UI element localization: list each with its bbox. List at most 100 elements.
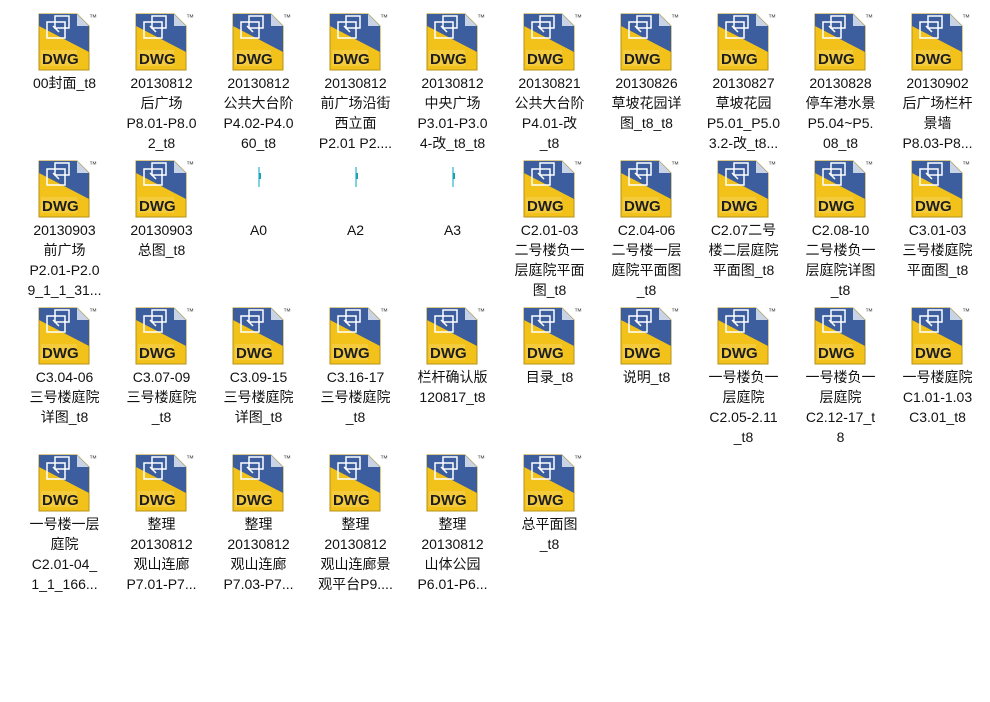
file-item[interactable]: DWG ™ 00封面_t8 [16, 12, 113, 93]
file-item[interactable]: DWG ™ 总平面图 _t8 [501, 453, 598, 554]
dwg-file-icon: DWG ™ [717, 13, 776, 71]
file-item[interactable]: DWG ™ C2.04-06 二号楼一层 庭院平面图 _t8 [598, 159, 695, 300]
file-item[interactable]: DWG ™ 20130902 后广场栏杆 景墙 P8.03-P8... [889, 12, 986, 153]
file-item[interactable]: DWG ™ 一号楼负一 层庭院 C2.05-2.11 _t8 [695, 306, 792, 447]
file-label: A3 [443, 222, 462, 238]
file-label: 20130821 公共大台阶 P4.01-改 _t8 [514, 75, 585, 151]
blank-file-icon [451, 167, 455, 187]
file-item[interactable]: DWG ™ 20130828 停车港水景 P5.04~P5. 08_t8 [792, 12, 889, 153]
svg-text:DWG: DWG [333, 51, 370, 68]
file-item[interactable]: DWG ™ 整理 20130812 山体公园 P6.01-P6... [404, 453, 501, 594]
svg-text:™: ™ [186, 160, 194, 169]
dwg-file-icon: DWG ™ [911, 13, 970, 71]
file-item[interactable]: A2 [307, 159, 404, 240]
file-label: 20130828 停车港水景 P5.04~P5. 08_t8 [805, 75, 876, 151]
file-label: C3.16-17 三号楼庭院 _t8 [320, 369, 391, 425]
file-item[interactable]: DWG ™ C3.01-03 三号楼庭院 平面图_t8 [889, 159, 986, 280]
svg-text:™: ™ [283, 13, 291, 22]
svg-text:DWG: DWG [236, 51, 273, 68]
svg-text:DWG: DWG [527, 492, 564, 509]
svg-text:DWG: DWG [333, 492, 370, 509]
file-label: A0 [249, 222, 268, 238]
file-label: 一号楼负一 层庭院 C2.12-17_t 8 [805, 369, 876, 445]
file-item[interactable]: DWG ™ C2.08-10 二号楼负一 层庭院详图 _t8 [792, 159, 889, 300]
dwg-file-icon: DWG ™ [329, 454, 388, 512]
file-item[interactable]: DWG ™ 20130827 草坡花园 P5.01_P5.0 3.2-改_t8.… [695, 12, 792, 153]
file-item[interactable]: DWG ™ 整理 20130812 观山连廊 P7.01-P7... [113, 453, 210, 594]
file-label: 20130902 后广场栏杆 景墙 P8.03-P8... [902, 75, 973, 151]
svg-text:DWG: DWG [236, 492, 273, 509]
file-item[interactable]: DWG ™ 20130821 公共大台阶 P4.01-改 _t8 [501, 12, 598, 153]
file-label: 20130827 草坡花园 P5.01_P5.0 3.2-改_t8... [706, 75, 781, 151]
svg-text:™: ™ [574, 307, 582, 316]
svg-text:DWG: DWG [915, 51, 952, 68]
svg-text:™: ™ [477, 13, 485, 22]
dwg-file-icon: DWG ™ [911, 307, 970, 365]
file-item[interactable]: DWG ™ 栏杆确认版 120817_t8 [404, 306, 501, 407]
svg-text:™: ™ [89, 160, 97, 169]
file-item[interactable]: DWG ™ 20130812 公共大台阶 P4.02-P4.0 60_t8 [210, 12, 307, 153]
file-item[interactable]: DWG ™ C3.04-06 三号楼庭院 详图_t8 [16, 306, 113, 427]
file-item[interactable]: DWG ™ C3.07-09 三号楼庭院 _t8 [113, 306, 210, 427]
svg-text:DWG: DWG [915, 345, 952, 362]
svg-text:™: ™ [574, 160, 582, 169]
svg-text:™: ™ [380, 454, 388, 463]
svg-text:DWG: DWG [527, 51, 564, 68]
dwg-file-icon: DWG ™ [620, 307, 679, 365]
file-item[interactable]: DWG ™ C2.07二号 楼二层庭院 平面图_t8 [695, 159, 792, 280]
dwg-file-icon: DWG ™ [620, 13, 679, 71]
file-label: C2.04-06 二号楼一层 庭院平面图 _t8 [611, 222, 682, 298]
file-item[interactable]: DWG ™ 20130812 前广场沿街 西立面 P2.01 P2.... [307, 12, 404, 153]
svg-text:DWG: DWG [624, 345, 661, 362]
file-item[interactable]: DWG ™ 一号楼负一 层庭院 C2.12-17_t 8 [792, 306, 889, 447]
svg-text:DWG: DWG [527, 198, 564, 215]
file-item[interactable]: DWG ™ 一号楼一层 庭院 C2.01-04_ 1_1_166... [16, 453, 113, 594]
file-item[interactable]: DWG ™ 20130903 前广场 P2.01-P2.0 9_1_1_31..… [16, 159, 113, 300]
file-label: C3.09-15 三号楼庭院 详图_t8 [223, 369, 294, 425]
file-label: 总平面图 _t8 [521, 516, 578, 552]
dwg-file-icon: DWG ™ [38, 13, 97, 71]
dwg-file-icon: DWG ™ [426, 13, 485, 71]
file-item[interactable]: DWG ™ C2.01-03 二号楼负一 层庭院平面 图_t8 [501, 159, 598, 300]
file-label: 整理 20130812 观山连廊景 观平台P9.... [318, 516, 393, 592]
file-label: 整理 20130812 山体公园 P6.01-P6... [417, 516, 488, 592]
dwg-file-icon: DWG ™ [911, 160, 970, 218]
file-label: 20130812 中央广场 P3.01-P3.0 4-改_t8_t8 [417, 75, 488, 151]
file-label: 整理 20130812 观山连廊 P7.01-P7... [126, 516, 197, 592]
svg-text:DWG: DWG [624, 51, 661, 68]
file-item[interactable]: DWG ™ 说明_t8 [598, 306, 695, 387]
file-item[interactable]: DWG ™ 目录_t8 [501, 306, 598, 387]
file-item[interactable]: A3 [404, 159, 501, 240]
file-item[interactable]: DWG ™ 20130812 后广场 P8.01-P8.0 2_t8 [113, 12, 210, 153]
file-label: 一号楼一层 庭院 C2.01-04_ 1_1_166... [29, 516, 100, 592]
dwg-file-icon: DWG ™ [620, 160, 679, 218]
svg-text:™: ™ [89, 454, 97, 463]
file-item[interactable]: DWG ™ C3.16-17 三号楼庭院 _t8 [307, 306, 404, 427]
file-item[interactable]: DWG ™ 整理 20130812 观山连廊景 观平台P9.... [307, 453, 404, 594]
dwg-file-icon: DWG ™ [523, 160, 582, 218]
svg-text:™: ™ [768, 160, 776, 169]
svg-text:™: ™ [477, 454, 485, 463]
file-label: C3.01-03 三号楼庭院 平面图_t8 [902, 222, 973, 278]
file-label: C3.07-09 三号楼庭院 _t8 [126, 369, 197, 425]
svg-text:™: ™ [962, 160, 970, 169]
dwg-file-icon: DWG ™ [717, 160, 776, 218]
svg-text:™: ™ [89, 307, 97, 316]
svg-text:™: ™ [671, 13, 679, 22]
file-item[interactable]: A0 [210, 159, 307, 240]
dwg-file-icon: DWG ™ [426, 307, 485, 365]
dwg-file-icon: DWG ™ [523, 13, 582, 71]
dwg-file-icon: DWG ™ [135, 13, 194, 71]
dwg-file-icon: DWG ™ [329, 307, 388, 365]
svg-text:™: ™ [186, 454, 194, 463]
file-item[interactable]: DWG ™ 整理 20130812 观山连廊 P7.03-P7... [210, 453, 307, 594]
dwg-file-icon: DWG ™ [523, 307, 582, 365]
file-item[interactable]: DWG ™ 20130903 总图_t8 [113, 159, 210, 260]
file-item[interactable]: DWG ™ 20130826 草坡花园详 图_t8_t8 [598, 12, 695, 133]
file-item[interactable]: DWG ™ 一号楼庭院 C1.01-1.03 C3.01_t8 [889, 306, 986, 427]
file-item[interactable]: DWG ™ C3.09-15 三号楼庭院 详图_t8 [210, 306, 307, 427]
svg-text:™: ™ [186, 13, 194, 22]
file-item[interactable]: DWG ™ 20130812 中央广场 P3.01-P3.0 4-改_t8_t8 [404, 12, 501, 153]
blank-file-icon [354, 167, 358, 187]
svg-text:DWG: DWG [42, 198, 79, 215]
